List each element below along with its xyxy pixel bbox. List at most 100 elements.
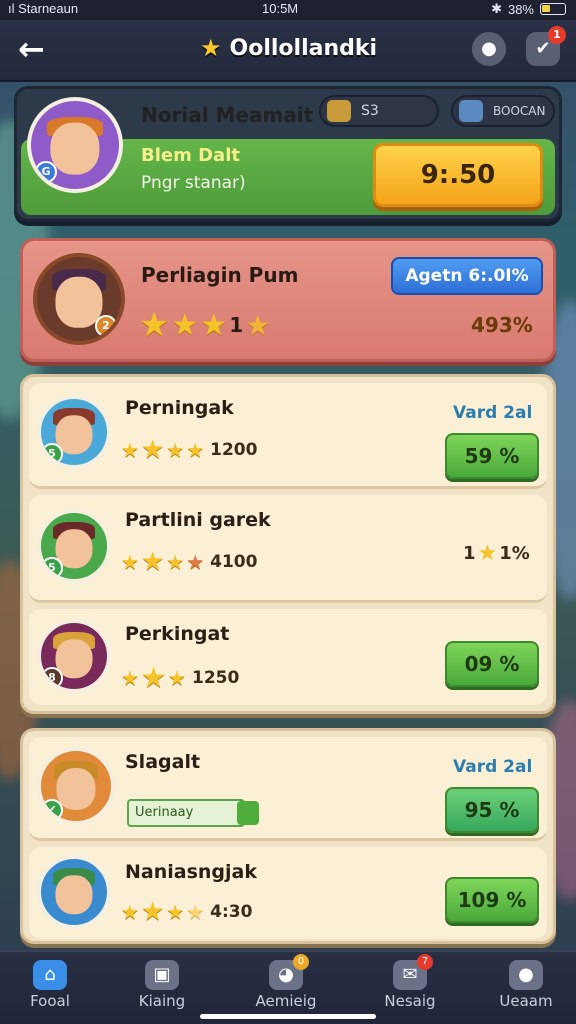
- opponent-name: Partlini garek: [125, 509, 271, 531]
- page-title-text: Oollollandki: [229, 35, 378, 61]
- nav-chat[interactable]: ▣ Kiaing: [112, 960, 212, 1010]
- notification-badge: 1: [548, 26, 566, 44]
- star-icon: ★: [140, 661, 167, 694]
- gem-icon: [459, 100, 483, 122]
- opponent-stars: ★ ★ ★ 1250: [121, 661, 239, 694]
- bottom-navigation: ⌂ Fooal ▣ Kiaing ◕ 0 Aemieig ✉ 7 Nesaig ● …: [0, 950, 576, 1024]
- page-title: ★ Oollollandki: [200, 34, 377, 62]
- nav-home[interactable]: ⌂ Fooal: [0, 960, 100, 1010]
- star-icon: ★: [121, 900, 139, 924]
- opponent-tag: Vard 2al: [453, 403, 533, 423]
- star-icon: ★: [186, 550, 205, 574]
- chat-button[interactable]: ●: [472, 32, 506, 66]
- chat-icon: ▣: [145, 960, 179, 990]
- star-icon: ★: [168, 665, 186, 690]
- list-item[interactable]: 8 Perkingat ★ ★ ★ 1250 09 %: [29, 609, 547, 705]
- opponent-name: Slagalt: [125, 751, 201, 773]
- opponent-stars: ★ ★ ★ ★ 4:30: [121, 897, 252, 927]
- opponent-badge-icon: 5: [41, 557, 63, 579]
- bluetooth-icon: ✱: [491, 1, 502, 16]
- opponent-score: 1200: [210, 440, 258, 460]
- player-substatus: Pngr stanar): [141, 173, 246, 193]
- opponent-score: 4100: [210, 552, 258, 572]
- star-icon: ★: [200, 34, 222, 62]
- star-icon: ★: [166, 550, 185, 574]
- lock-icon: [237, 801, 259, 825]
- star-icon: ★: [200, 307, 228, 343]
- star-icon: ★: [121, 665, 139, 690]
- opponent-percent: 1 ★ 1%: [463, 541, 530, 566]
- featured-percent: 493%: [471, 313, 533, 337]
- star-icon: ★: [477, 541, 498, 566]
- list-item[interactable]: ✔ Slagalt Uerinaay Vard 2al 95 %: [29, 737, 547, 841]
- nav-pet[interactable]: ◕ 0 Aemieig: [236, 954, 336, 1010]
- list-item[interactable]: 5 Partlini garek ★ ★ ★ ★ 4100 1 ★ 1%: [29, 495, 547, 603]
- chat-icon: ●: [481, 38, 497, 59]
- challenge-button[interactable]: 109 %: [445, 877, 539, 923]
- opponent-score: 4:30: [210, 902, 253, 922]
- star-icon: ★: [121, 550, 139, 574]
- back-arrow-icon[interactable]: ←: [18, 32, 52, 66]
- star-icon: ★: [140, 897, 165, 927]
- star-icon: ★: [186, 438, 205, 462]
- opponent-badge-icon: 8: [41, 667, 63, 689]
- challenge-button[interactable]: 95 %: [445, 787, 539, 833]
- featured-name: Perliagin Pum: [141, 263, 299, 287]
- opponent-score: 1250: [191, 667, 240, 688]
- featured-avatar: 2: [33, 253, 125, 345]
- opponent-list-1: 5 Perningak ★ ★ ★ ★ 1200 Vard 2al 59 % 5 Pa…: [20, 374, 556, 714]
- list-item[interactable]: 5 Perningak ★ ★ ★ ★ 1200 Vard 2al 59 %: [29, 383, 547, 489]
- star-icon: ★: [139, 305, 170, 345]
- nav-badge: 7: [417, 954, 433, 970]
- home-indicator: [200, 1014, 376, 1019]
- nav-badge: 0: [293, 954, 309, 970]
- opponent-avatar: 5: [37, 509, 111, 583]
- star-icon: ★: [121, 438, 139, 462]
- star-icon: ★: [140, 435, 165, 465]
- star-icon: ★: [140, 547, 165, 577]
- opponent-name: Naniasngjak: [125, 861, 257, 883]
- featured-level-icon: 2: [95, 315, 117, 337]
- star-icon: ★: [245, 308, 271, 342]
- opponent-avatar: 5: [37, 395, 111, 469]
- currency-gems[interactable]: BOOCAN: [451, 95, 555, 127]
- nav-messages[interactable]: ● Ueaam: [476, 960, 576, 1010]
- player-status: Blem Dalt: [141, 145, 240, 166]
- player-level-icon: G: [35, 161, 57, 183]
- unlock-bar: Uerinaay: [127, 799, 259, 827]
- shield-icon: ✔: [535, 38, 551, 59]
- opponent-avatar: [37, 855, 111, 929]
- battery-icon: [540, 3, 566, 15]
- featured-stars: ★ ★ ★ 1 ★: [139, 305, 270, 345]
- star-icon: ★: [166, 900, 185, 924]
- challenge-button[interactable]: 09 %: [445, 641, 539, 687]
- opponent-stars: ★ ★ ★ ★ 4100: [121, 547, 257, 577]
- opponent-list-2: ✔ Slagalt Uerinaay Vard 2al 95 % Naniasn…: [20, 728, 556, 944]
- featured-opponent-card[interactable]: 2 Perliagin Pum ★ ★ ★ 1 ★ Agetn 6:.0I% 4…: [20, 238, 556, 362]
- currency-coins[interactable]: S3: [319, 95, 439, 127]
- carrier-label: ıl Starneaun: [8, 1, 79, 16]
- opponent-badge-icon: 5: [41, 443, 63, 465]
- opponent-tag: Vard 2al: [453, 757, 533, 777]
- star-icon: ★: [166, 438, 185, 462]
- shield-button[interactable]: ✔ 1: [526, 26, 566, 66]
- player-avatar[interactable]: G: [27, 97, 123, 193]
- featured-action-button[interactable]: Agetn 6:.0I%: [391, 257, 543, 295]
- message-icon: ●: [509, 960, 543, 990]
- challenge-button[interactable]: 59 %: [445, 433, 539, 479]
- player-card: G Norial Meamait S3 BOOCAN Blem Dalt Png…: [14, 86, 562, 222]
- clock: 10:5M: [262, 1, 299, 16]
- star-icon: ★: [186, 900, 205, 924]
- status-icons: ✱ 38%: [491, 1, 566, 17]
- home-icon: ⌂: [33, 960, 67, 990]
- list-item[interactable]: Naniasngjak ★ ★ ★ ★ 4:30 109 %: [29, 847, 547, 939]
- nav-gift[interactable]: ✉ 7 Nesaig: [360, 954, 460, 1010]
- pet-icon: ◕ 0: [269, 954, 309, 990]
- opponent-avatar: ✔: [37, 747, 115, 825]
- star-icon: ★: [171, 307, 199, 343]
- gift-icon: ✉ 7: [393, 954, 433, 990]
- opponent-badge-icon: ✔: [41, 799, 63, 821]
- opponent-name: Perkingat: [125, 623, 230, 645]
- player-action-button[interactable]: 9:.50: [373, 143, 543, 207]
- featured-star-count: 1: [229, 313, 244, 337]
